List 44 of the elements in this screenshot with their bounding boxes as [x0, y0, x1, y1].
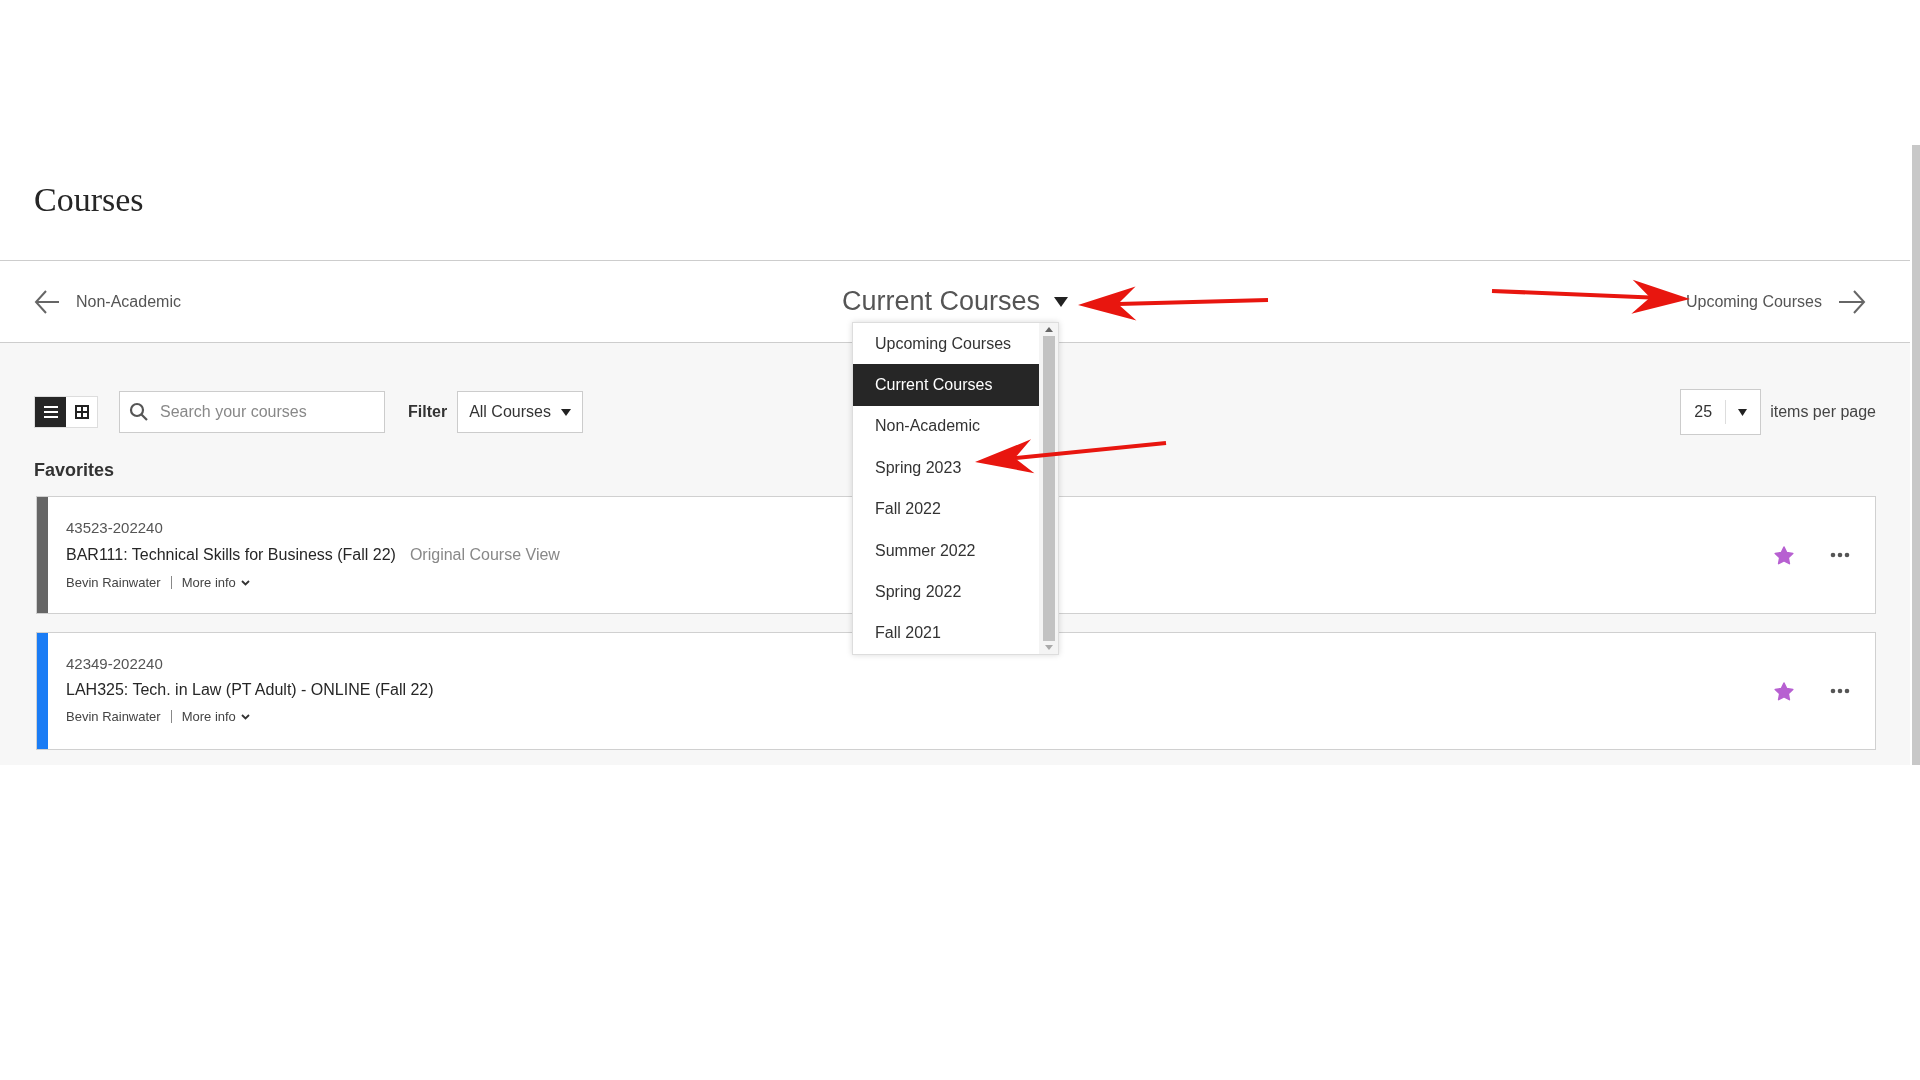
term-menu-item[interactable]: Fall 2022	[853, 488, 1039, 530]
scrollbar[interactable]	[1912, 145, 1920, 765]
chevron-down-icon	[240, 579, 250, 586]
list-view-icon	[43, 406, 58, 418]
page-title: Courses	[34, 180, 144, 220]
term-menu-item[interactable]: Spring 2022	[853, 571, 1039, 613]
course-view-tag: Original Course View	[409, 543, 560, 567]
search-field[interactable]: Search your courses	[119, 391, 385, 433]
favorite-star-icon[interactable]	[1774, 681, 1794, 701]
caret-icon	[560, 408, 571, 416]
right-arrow-icon	[1838, 288, 1866, 315]
favorite-star-icon[interactable]	[1774, 545, 1794, 565]
section-title: Favorites	[34, 460, 115, 480]
previous-term-link[interactable]: Non-Academic	[34, 288, 181, 315]
left-arrow-icon	[34, 288, 60, 315]
course-id: 42349-202240	[66, 654, 163, 674]
instructor-name: Bevin Rainwater	[66, 708, 161, 726]
instructor-name: Bevin Rainwater	[66, 574, 161, 592]
chevron-down-icon	[240, 713, 250, 720]
menu-scrollbar[interactable]	[1039, 323, 1058, 654]
term-menu-item[interactable]: Non-Academic	[853, 405, 1039, 448]
search-icon	[129, 402, 149, 422]
course-title-link[interactable]: BAR111: Technical Skills for Business (Fall 22)	[66, 544, 396, 566]
grid-view-icon	[74, 405, 89, 419]
more-info-button[interactable]: More info	[181, 573, 250, 593]
filter-dropdown[interactable]: All Courses	[457, 391, 583, 433]
term-menu-item[interactable]: Upcoming Courses	[853, 323, 1039, 365]
more-options-icon[interactable]	[1830, 552, 1850, 558]
term-dropdown[interactable]: Current Courses	[841, 281, 1069, 322]
term-menu-item[interactable]: Current Courses	[853, 364, 1039, 406]
caret-icon	[1738, 408, 1748, 416]
course-id: 43523-202240	[66, 518, 163, 538]
page-size-dropdown[interactable]: 25	[1680, 389, 1762, 435]
list-view-button[interactable]	[35, 397, 66, 427]
page-size-label: items per page	[1770, 402, 1876, 422]
more-options-icon[interactable]	[1830, 688, 1850, 694]
more-info-button[interactable]: More info	[181, 707, 250, 727]
course-title-link[interactable]: LAH325: Tech. in Law (PT Adult) - ONLINE (Fall 22)	[66, 679, 434, 701]
caret-icon	[1054, 296, 1069, 307]
scroll-up-icon[interactable]	[1044, 327, 1053, 332]
term-menu-item[interactable]: Summer 2022	[853, 529, 1039, 572]
filter-label: Filter	[408, 402, 448, 422]
next-term-link[interactable]: Upcoming Courses	[1685, 288, 1866, 315]
term-menu-item[interactable]: Spring 2023	[853, 447, 1039, 489]
